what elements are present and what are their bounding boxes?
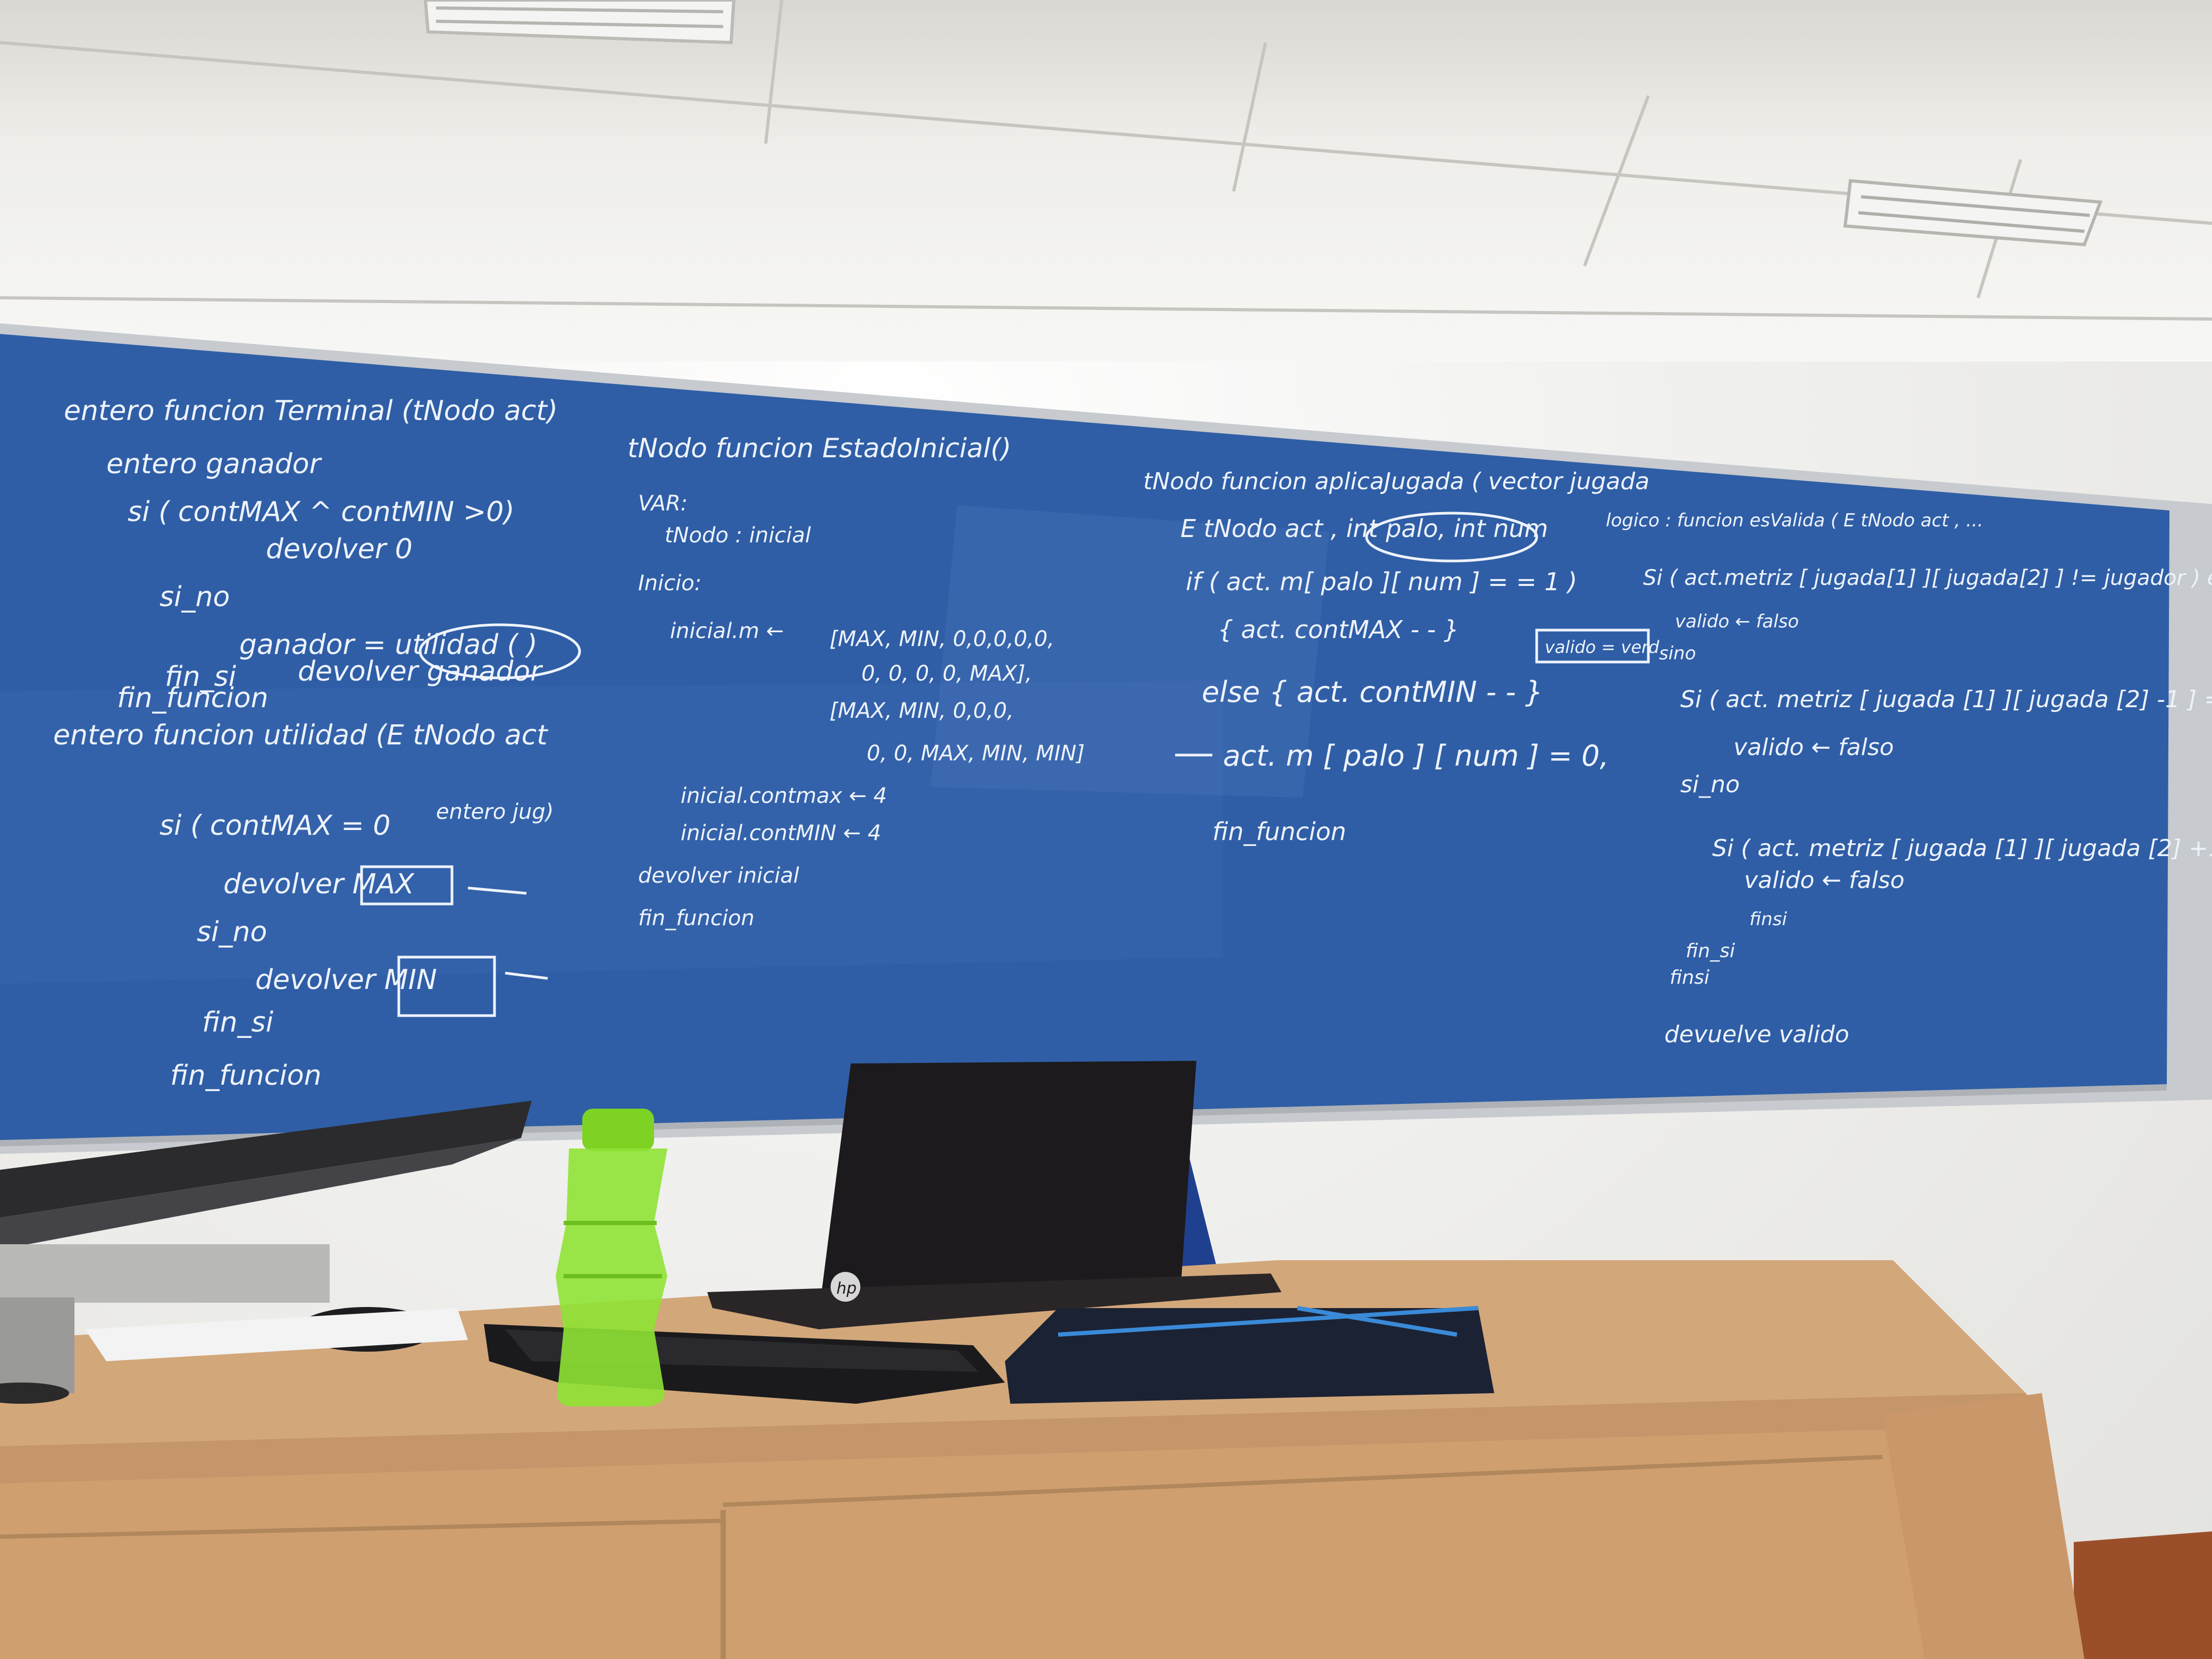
chalk-line: fin_si [202, 1007, 274, 1038]
chalk-line: Inicio: [638, 571, 701, 596]
chalk-line: fin_funcion [638, 906, 755, 931]
chalk-line: si ( contMAX ^ contMIN >0) [128, 496, 515, 528]
chalk-line: valido ← falso [1744, 867, 1905, 894]
chalk-line-struck: entero jug) [436, 800, 554, 824]
chalk-line: logico : funcion esValida ( E tNodo act … [1606, 510, 1983, 531]
chalk-line: VAR: [638, 491, 688, 516]
classroom-scene: entero funcion Terminal (tNodo act) ente… [0, 0, 2212, 1659]
chalk-line: valido ← falso [1733, 734, 1894, 761]
ceiling-vent-left [423, 0, 736, 45]
chalk-line: valido ← falso [1675, 611, 1799, 632]
chalk-line: finsi [1670, 967, 1710, 988]
chalk-line: entero ganador [106, 448, 323, 480]
chalk-line: if ( act. m[ palo ][ num ] = = 1 ) [1186, 567, 1577, 596]
chalk-line: si ( contMAX = 0 [160, 810, 390, 842]
chalk-line: [MAX, MIN, 0,0,0,0,0, [830, 627, 1054, 651]
chalk-line: devolver MAX [223, 868, 415, 900]
chalk-line: Si ( act. metriz [ jugada [1] ][ jugada … [1680, 685, 2212, 713]
chalk-line: inicial.contmax ← 4 [681, 784, 887, 808]
chalk-line: fin_funcion [1212, 817, 1346, 846]
chalk-line: fin_si [1686, 940, 1735, 962]
chalk-line: devuelve valido [1664, 1021, 1849, 1048]
chalk-line: { act. contMAX - - } [1218, 615, 1459, 644]
chalk-line: fin_funcion [170, 1060, 322, 1092]
chalk-line: tNodo funcion EstadoInicial() [627, 433, 1011, 464]
chalk-line: si_no [197, 916, 267, 948]
ceiling-panels [0, 0, 2212, 321]
svg-text:hp: hp [836, 1279, 857, 1298]
chalk-line: valido = verd [1545, 637, 1660, 657]
chalk-line: entero funcion utilidad (E tNodo act [53, 719, 548, 751]
water-bottle [556, 1109, 667, 1406]
chalk-line: inicial.m ← [670, 619, 784, 643]
chalk-line: 0, 0, MAX, MIN, MIN] [867, 741, 1085, 766]
ceiling-vent-right [1843, 179, 2103, 247]
chalk-line: inicial.contMIN ← 4 [681, 821, 881, 845]
chalk-line: devolver MIN [255, 964, 437, 996]
chalk-line: tNodo funcion aplicaJugada ( vector juga… [1143, 468, 1649, 495]
chalk-line: else { act. contMIN - - } [1202, 675, 1543, 709]
chalk-line: tNodo : inicial [665, 523, 811, 548]
chalk-line: fin_funcion [117, 682, 269, 714]
chalk-line: [MAX, MIN, 0,0,0, [830, 699, 1013, 723]
floor [2074, 1531, 2212, 1659]
chalk-line: si_no [160, 581, 230, 613]
chalk-line: sino [1659, 643, 1696, 664]
chalk-line: devolver 0 [266, 533, 413, 565]
notebook [1005, 1306, 1494, 1404]
chalk-line: Si ( act. metriz [ jugada [1] ][ jugada … [1712, 834, 2212, 862]
chalk-line: entero funcion Terminal (tNodo act) [64, 395, 558, 427]
chalk-line: finsi [1749, 909, 1787, 930]
chalk-line: Si ( act.metriz [ jugada[1] ][ jugada[2]… [1643, 566, 2212, 590]
chalk-line: E tNodo act , int palo, int num [1180, 514, 1548, 543]
chalk-line: si_no [1680, 771, 1740, 798]
chalk-line: act. m [ palo ] [ num ] = 0, [1223, 739, 1609, 773]
chalk-line: devolver inicial [638, 864, 799, 888]
chalk-line: devolver ganador [298, 656, 543, 688]
chalk-line: 0, 0, 0, 0, MAX], [861, 661, 1032, 686]
